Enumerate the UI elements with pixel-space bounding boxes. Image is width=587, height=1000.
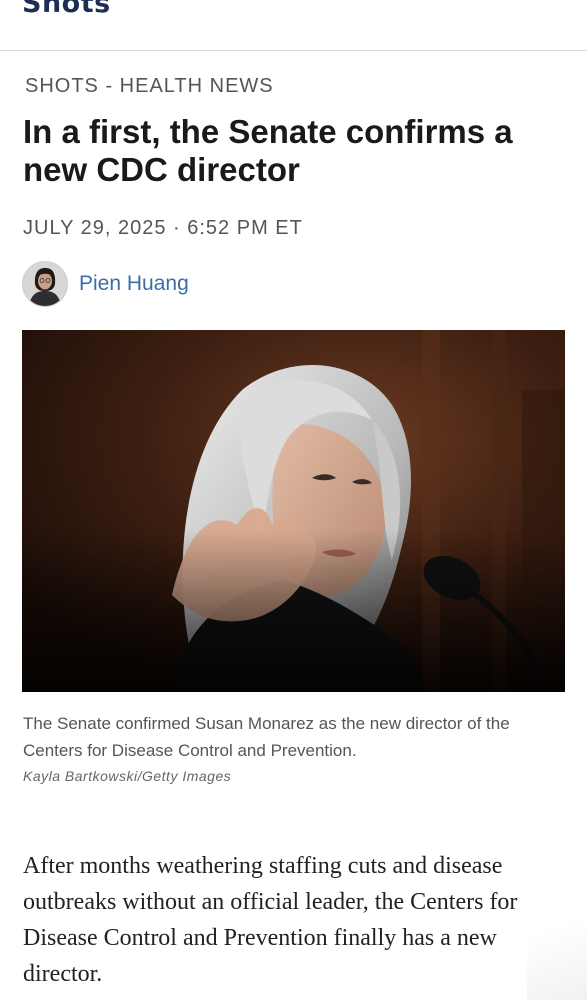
photo-credit: Kayla Bartkowski/Getty Images — [23, 768, 232, 784]
byline: Pien Huang — [22, 261, 189, 307]
author-link[interactable]: Pien Huang — [79, 272, 189, 296]
article-headline: In a first, the Senate confirms a new CD… — [23, 113, 513, 188]
article-body-paragraph: After months weathering staffing cuts an… — [23, 853, 518, 987]
lead-photo — [22, 330, 565, 692]
shots-brand-link[interactable]: Shots — [22, 0, 111, 19]
author-avatar[interactable] — [22, 261, 68, 307]
top-navigation-bar: Shots — [0, 0, 587, 51]
photo-caption: The Senate confirmed Susan Monarez as th… — [23, 714, 510, 760]
section-kicker[interactable]: SHOTS - HEALTH NEWS — [25, 75, 274, 98]
article-dateline: JULY 29, 2025 · 6:52 PM ET — [23, 217, 303, 239]
